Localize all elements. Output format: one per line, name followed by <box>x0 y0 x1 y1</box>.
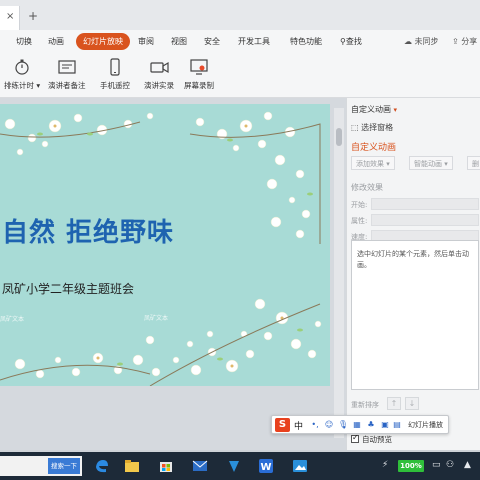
microphone-icon[interactable]: 🎙 <box>338 420 348 430</box>
stopwatch-icon <box>11 58 33 76</box>
selection-pane-label: 选择窗格 <box>361 123 394 132</box>
menu-review[interactable]: 审阅 <box>138 36 154 47</box>
battery-indicator[interactable]: 100% <box>398 460 424 472</box>
keyboard-icon[interactable]: ▦ <box>352 420 362 430</box>
move-down-button[interactable]: ↓ <box>405 397 419 410</box>
taskbar-search-box[interactable]: 搜索一下 <box>0 456 82 476</box>
sync-label: 未同步 <box>414 37 439 46</box>
property-label: 属性: <box>351 217 368 225</box>
reorder-label: 重新排序 <box>351 401 379 409</box>
video-camera-icon <box>148 58 170 76</box>
speaker-notes-label: 演讲者备注 <box>48 81 86 90</box>
wps-writer-icon[interactable]: W <box>258 458 274 474</box>
search-label: 查找 <box>345 37 362 46</box>
record-speech-button[interactable]: 演讲实录 <box>144 58 174 91</box>
close-tab-icon[interactable]: × <box>6 11 14 22</box>
rehearse-timing-label: 排练计时 ▾ <box>4 81 41 90</box>
smart-animation-button[interactable]: 智能动画 ▾ <box>409 156 453 170</box>
battery-icon[interactable]: ▭ <box>432 460 441 470</box>
animation-list[interactable]: 选中幻灯片的某个元素，然后单击动画。 <box>351 240 479 390</box>
start-label: 开始: <box>351 201 368 209</box>
scrollbar-thumb[interactable] <box>336 128 342 146</box>
add-effect-button[interactable]: 添加效果 ▾ <box>351 156 395 170</box>
ime-slideshow-label: 幻灯片播放 <box>408 421 443 429</box>
screen-record-button[interactable]: 屏幕录制 <box>184 58 214 91</box>
slide-canvas[interactable]: 自然 拒绝野味 凤矿小学二年级主题班会 凤矿文本 凤矿文本 <box>0 104 330 386</box>
animation-button-row: 添加效果 ▾ 智能动画 ▾ 删 <box>351 156 480 172</box>
rehearse-timing-button[interactable]: 排练计时 ▾ <box>4 58 40 91</box>
new-tab-button[interactable]: + <box>28 9 38 23</box>
search-button[interactable]: ⚲查找 <box>340 36 362 47</box>
slide-scrollbar[interactable] <box>334 108 344 438</box>
file-explorer-icon[interactable] <box>124 458 140 474</box>
sync-status[interactable]: ☁ 未同步 <box>404 36 439 47</box>
store-icon[interactable] <box>158 458 174 474</box>
menu-slideshow[interactable]: 幻灯片放映 <box>76 33 130 50</box>
menu-view[interactable]: 视图 <box>171 36 187 47</box>
network-icon[interactable]: ▲ <box>464 460 471 470</box>
app-icon[interactable] <box>226 458 242 474</box>
start-field[interactable] <box>371 198 479 210</box>
slide-watermark-left: 凤矿文本 <box>0 316 25 323</box>
menu-security[interactable]: 安全 <box>204 36 220 47</box>
toolbox-icon[interactable]: ▣ <box>380 420 390 430</box>
notes-icon <box>56 58 78 76</box>
person-icon[interactable]: ⚇ <box>446 460 454 470</box>
phone-remote-label: 手机遥控 <box>100 81 130 90</box>
selection-pane-link[interactable]: ⬚ 选择窗格 <box>351 122 393 133</box>
taskbar-search-button[interactable]: 搜索一下 <box>48 458 80 474</box>
menu-special-features[interactable]: 特色功能 <box>290 36 322 47</box>
share-button[interactable]: ⇪ 分享 <box>452 36 477 47</box>
share-icon: ⇪ <box>452 37 459 46</box>
screen-record-label: 屏幕录制 <box>184 81 214 90</box>
checkbox-checked-icon <box>351 433 359 443</box>
slide-workspace: 自然 拒绝野味 凤矿小学二年级主题班会 凤矿文本 凤矿文本 <box>0 98 346 450</box>
slideshow-toolbar: 排练计时 ▾ 演讲者备注 手机遥控 演讲实录 屏幕录制 <box>0 54 480 98</box>
share-label: 分享 <box>461 37 478 46</box>
phone-remote-button[interactable]: 手机遥控 <box>100 58 130 91</box>
pane-title-text: 自定义动画 <box>351 105 391 114</box>
slide-subtitle[interactable]: 凤矿小学二年级主题班会 <box>2 280 134 297</box>
screen-record-icon <box>188 58 210 76</box>
ime-mode-indicator[interactable]: 中 <box>294 419 303 432</box>
custom-animation-heading: 自定义动画 <box>351 143 397 153</box>
power-plug-icon: ⚡ <box>382 460 389 470</box>
cloud-icon: ☁ <box>404 37 412 46</box>
emoji-icon[interactable]: ☺ <box>324 420 334 430</box>
custom-animation-pane: 自定义动画 ▾ ⬚ 选择窗格 自定义动画 添加效果 ▾ 智能动画 ▾ 删 修改效… <box>346 98 480 450</box>
modify-effect-heading: 修改效果 <box>351 183 383 192</box>
delete-button[interactable]: 删 <box>467 156 480 170</box>
mail-icon[interactable] <box>192 458 208 474</box>
selection-pane-icon: ⬚ <box>351 123 359 132</box>
property-field[interactable] <box>371 214 479 226</box>
speaker-notes-button[interactable]: 演讲者备注 <box>48 58 86 91</box>
ribbon-menu-bar: 切换 动画 幻灯片放映 审阅 视图 安全 开发工具 特色功能 ⚲查找 ☁ 未同步… <box>0 30 480 54</box>
menu-developer-tools[interactable]: 开发工具 <box>238 36 270 47</box>
auto-preview-checkbox[interactable]: 自动预览 <box>351 433 392 445</box>
punctuation-icon[interactable]: •, <box>310 420 320 430</box>
menu-transition[interactable]: 切换 <box>16 36 32 47</box>
ime-toolbar[interactable]: S 中 •, ☺ 🎙 ▦ ♣ ▣ ▤ 幻灯片播放 <box>271 415 449 434</box>
auto-preview-label: 自动预览 <box>362 435 392 444</box>
photos-icon[interactable] <box>292 458 308 474</box>
skin-icon[interactable]: ♣ <box>366 420 376 430</box>
phone-icon <box>104 58 126 76</box>
pane-title[interactable]: 自定义动画 ▾ <box>351 104 397 115</box>
move-up-button[interactable]: ↑ <box>387 397 401 410</box>
slide-watermark-center: 凤矿文本 <box>144 315 169 322</box>
record-speech-label: 演讲实录 <box>144 81 174 90</box>
svg-text:W: W <box>260 462 271 473</box>
edge-browser-icon[interactable] <box>94 458 110 474</box>
document-tab[interactable]: × <box>0 6 20 30</box>
grid-icon[interactable]: ▤ <box>392 420 402 430</box>
slide-title[interactable]: 自然 拒绝野味 <box>2 212 174 249</box>
animation-hint-text: 选中幻灯片的某个元素，然后单击动画。 <box>357 250 469 269</box>
sogou-logo-icon: S <box>275 418 290 432</box>
tab-strip: × + <box>0 0 480 30</box>
windows-taskbar: 搜索一下 W ⚡ 100% ▭ ⚇ ▲ <box>0 452 480 480</box>
chevron-down-icon: ▾ <box>393 106 398 114</box>
menu-animation[interactable]: 动画 <box>48 36 64 47</box>
